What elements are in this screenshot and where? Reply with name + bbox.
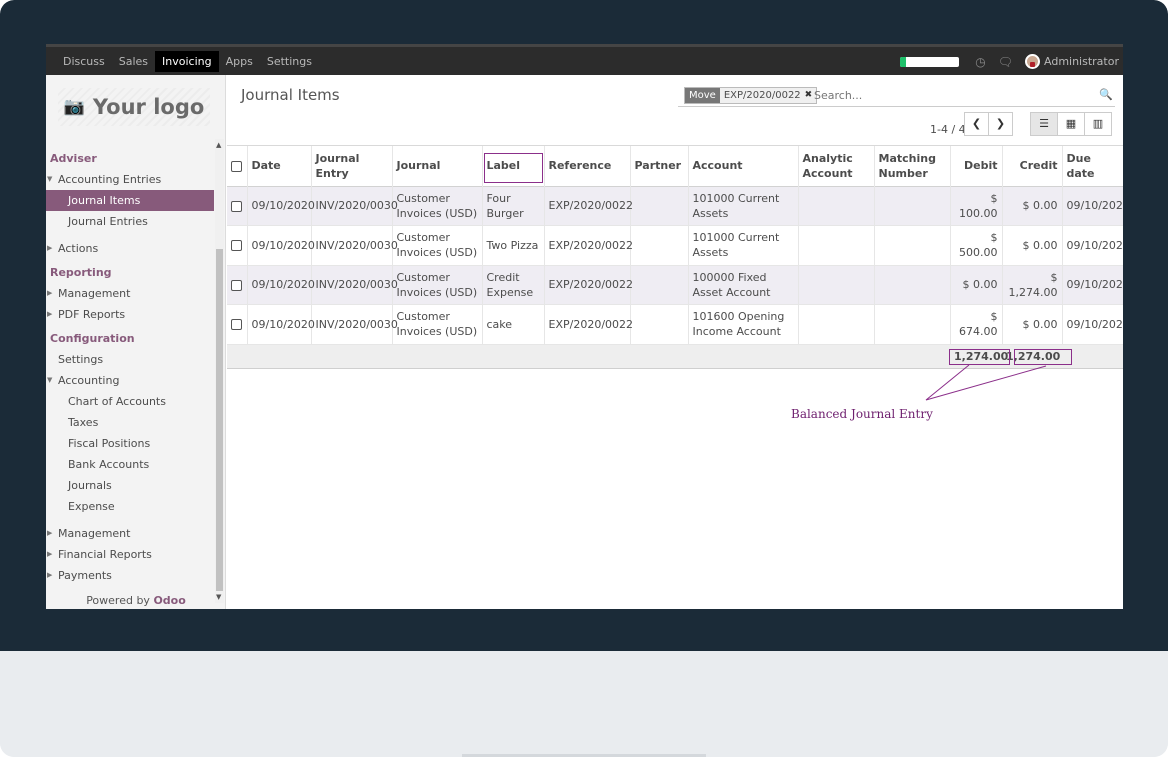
monitor-stand <box>0 651 1168 757</box>
annotation-balanced-entry: Balanced Journal Entry <box>789 406 986 448</box>
device-frame: Discuss Sales Invoicing Apps Settings ◷ … <box>0 0 1168 757</box>
annotation-pointer <box>925 364 1047 401</box>
annotation-arrows <box>925 364 1047 401</box>
app-screen: Discuss Sales Invoicing Apps Settings ◷ … <box>46 44 1123 609</box>
